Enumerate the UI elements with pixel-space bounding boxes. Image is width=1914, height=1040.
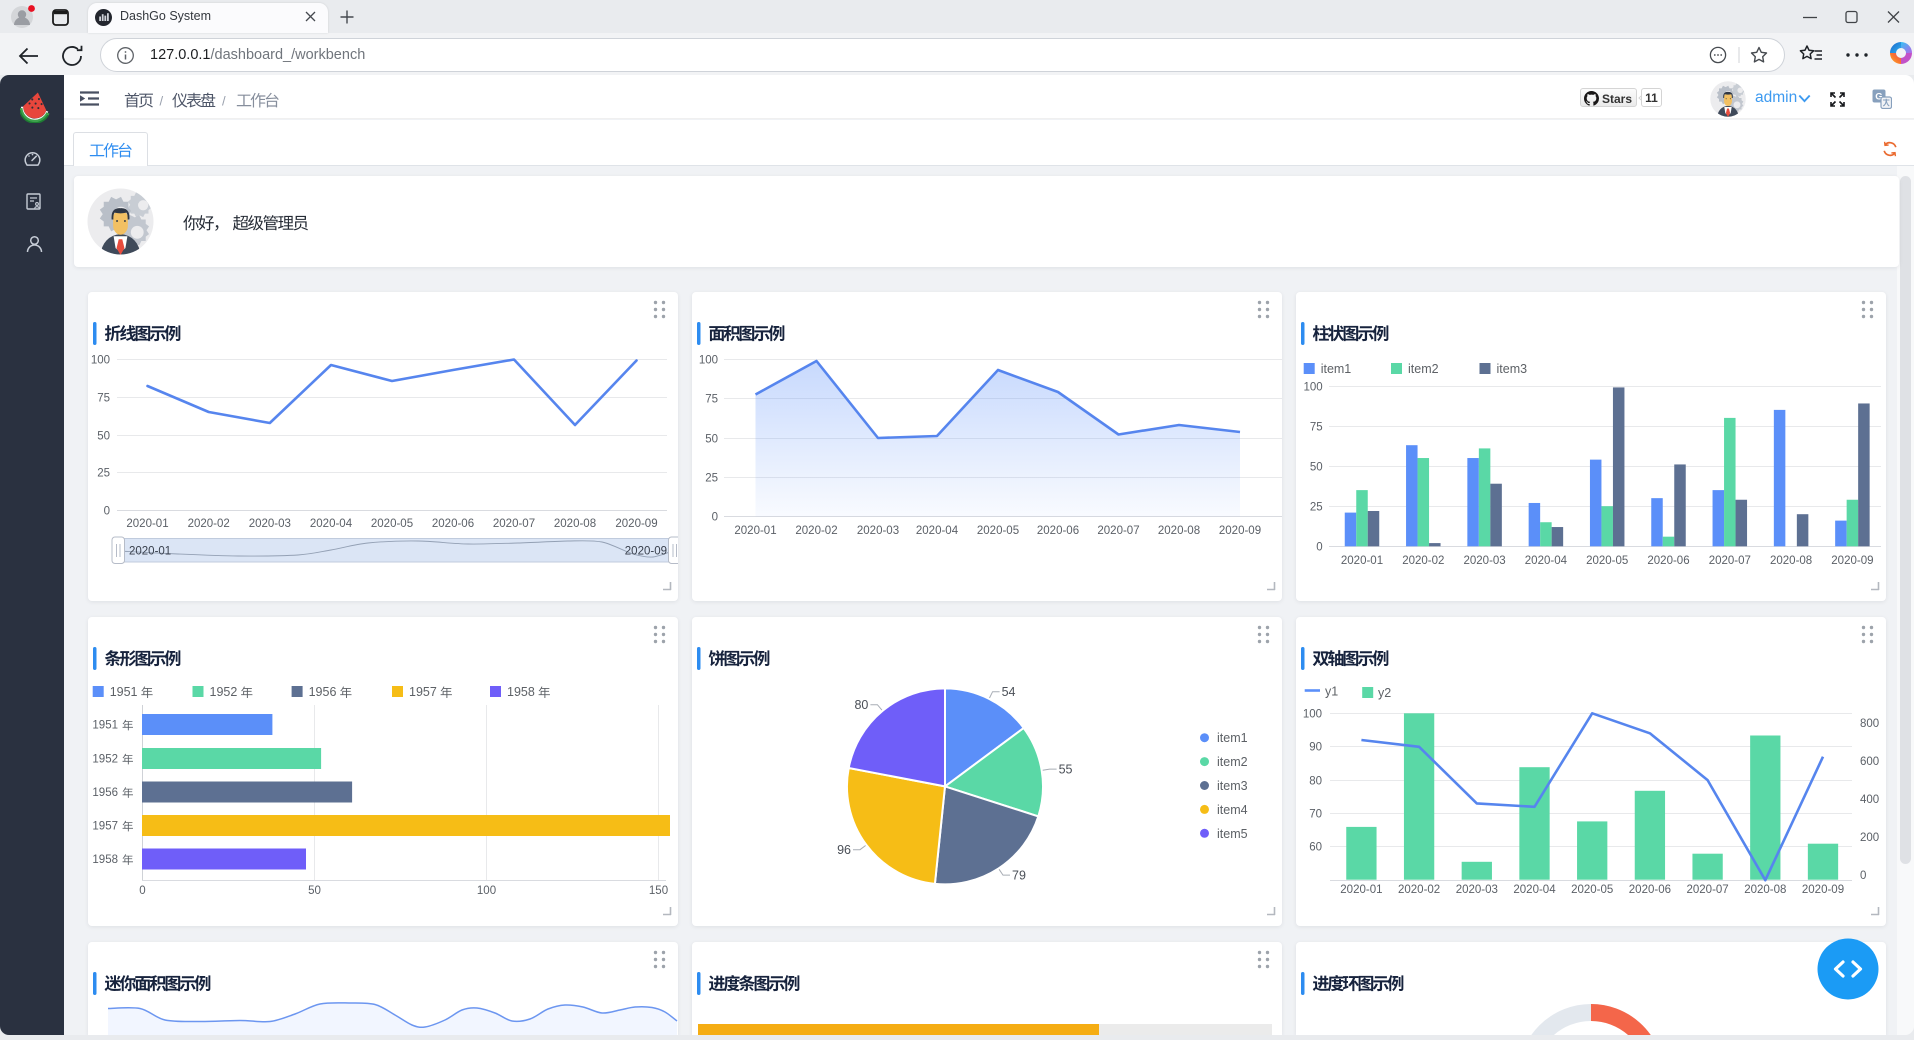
svg-text:2020-02: 2020-02 (188, 518, 230, 530)
svg-text:2020-04: 2020-04 (1513, 884, 1556, 896)
svg-text:2020-03: 2020-03 (1463, 555, 1505, 567)
svg-text:60: 60 (1309, 842, 1322, 854)
svg-text:2020-01: 2020-01 (1341, 555, 1383, 567)
svg-text:2020-01: 2020-01 (126, 518, 168, 530)
svg-text:0: 0 (104, 506, 110, 518)
svg-text:79: 79 (1012, 869, 1026, 883)
svg-text:2020-06: 2020-06 (1037, 525, 1079, 537)
svg-text:0: 0 (1860, 870, 1866, 882)
svg-text:2020-08: 2020-08 (1744, 884, 1786, 896)
svg-text:2020-08: 2020-08 (1158, 525, 1200, 537)
svg-text:50: 50 (705, 434, 718, 446)
svg-text:25: 25 (97, 468, 110, 480)
svg-text:150: 150 (649, 885, 668, 897)
svg-text:2020-03: 2020-03 (1456, 884, 1498, 896)
svg-text:1958: 1958 (507, 685, 535, 699)
svg-text:item5: item5 (1217, 827, 1248, 841)
svg-text:75: 75 (705, 394, 718, 406)
svg-text:/: / (160, 94, 164, 109)
svg-text:2020-05: 2020-05 (1571, 884, 1613, 896)
svg-text:0: 0 (712, 512, 718, 524)
svg-text:75: 75 (1310, 422, 1323, 434)
svg-text:2020-08: 2020-08 (554, 518, 596, 530)
svg-text:1952: 1952 (92, 754, 118, 766)
svg-text:2020-06: 2020-06 (432, 518, 474, 530)
svg-text:item2: item2 (1408, 362, 1439, 376)
svg-text:400: 400 (1860, 794, 1879, 806)
svg-text:54: 54 (1002, 685, 1016, 699)
svg-text:50: 50 (308, 885, 321, 897)
svg-text:2020-07: 2020-07 (1686, 884, 1728, 896)
svg-text:2020-04: 2020-04 (1525, 555, 1568, 567)
svg-text:2020-04: 2020-04 (310, 518, 353, 530)
svg-text:1951: 1951 (92, 720, 118, 732)
svg-text:2020-02: 2020-02 (1402, 555, 1444, 567)
svg-text:2020-04: 2020-04 (916, 525, 959, 537)
svg-text:2020-07: 2020-07 (1097, 525, 1139, 537)
svg-text:2020-03: 2020-03 (857, 525, 899, 537)
svg-text:80: 80 (1309, 776, 1322, 788)
svg-text:100: 100 (1304, 382, 1323, 394)
svg-text:1956: 1956 (309, 685, 337, 699)
svg-text:1958: 1958 (92, 854, 118, 866)
svg-text:1956: 1956 (92, 787, 118, 799)
svg-text:800: 800 (1860, 718, 1879, 730)
svg-text:1957: 1957 (92, 821, 118, 833)
svg-text:2020-01: 2020-01 (734, 525, 776, 537)
svg-text:100: 100 (91, 355, 110, 367)
svg-text:item1: item1 (1217, 731, 1248, 745)
svg-text:2020-01: 2020-01 (1340, 884, 1382, 896)
svg-text:70: 70 (1309, 809, 1322, 821)
svg-text:55: 55 (1059, 763, 1073, 777)
svg-text:2020-07: 2020-07 (1709, 555, 1751, 567)
svg-text:2020-06: 2020-06 (1647, 555, 1689, 567)
svg-text:75: 75 (97, 393, 110, 405)
svg-text:y1: y1 (1325, 685, 1338, 699)
svg-text:50: 50 (1310, 462, 1323, 474)
svg-text:1957: 1957 (409, 685, 437, 699)
svg-text:100: 100 (477, 885, 496, 897)
svg-text:2020-09: 2020-09 (625, 546, 667, 558)
svg-text:2020-01: 2020-01 (129, 546, 171, 558)
svg-text:item2: item2 (1217, 755, 1248, 769)
svg-text:2020-05: 2020-05 (371, 518, 413, 530)
svg-text:y2: y2 (1378, 686, 1391, 700)
svg-text:item3: item3 (1497, 362, 1528, 376)
svg-text:2020-08: 2020-08 (1770, 555, 1812, 567)
svg-text:2020-09: 2020-09 (1831, 555, 1873, 567)
svg-text:item1: item1 (1321, 362, 1352, 376)
svg-text:0: 0 (139, 885, 145, 897)
svg-text:96: 96 (837, 843, 851, 857)
svg-text:1952: 1952 (210, 685, 238, 699)
svg-text:item3: item3 (1217, 779, 1248, 793)
svg-text:80: 80 (854, 698, 868, 712)
svg-text:1951: 1951 (110, 685, 138, 699)
svg-text:2020-06: 2020-06 (1629, 884, 1671, 896)
svg-text:2020-02: 2020-02 (795, 525, 837, 537)
svg-text:2020-07: 2020-07 (493, 518, 535, 530)
svg-text:50: 50 (97, 431, 110, 443)
svg-text:2020-02: 2020-02 (1398, 884, 1440, 896)
svg-text:item4: item4 (1217, 803, 1248, 817)
svg-text:25: 25 (1310, 502, 1323, 514)
svg-text:2020-09: 2020-09 (615, 518, 657, 530)
svg-text:2020-05: 2020-05 (977, 525, 1019, 537)
svg-text:0: 0 (1316, 542, 1322, 554)
svg-text:25: 25 (705, 473, 718, 485)
svg-text:/: / (222, 94, 226, 109)
svg-text:90: 90 (1309, 742, 1322, 754)
svg-text:2020-09: 2020-09 (1802, 884, 1844, 896)
svg-text:200: 200 (1860, 832, 1879, 844)
svg-text:2020-05: 2020-05 (1586, 555, 1628, 567)
svg-text:100: 100 (1303, 709, 1322, 721)
svg-text:2020-09: 2020-09 (1219, 525, 1261, 537)
svg-text:100: 100 (699, 355, 718, 367)
svg-text:600: 600 (1860, 756, 1879, 768)
svg-text:2020-03: 2020-03 (249, 518, 291, 530)
